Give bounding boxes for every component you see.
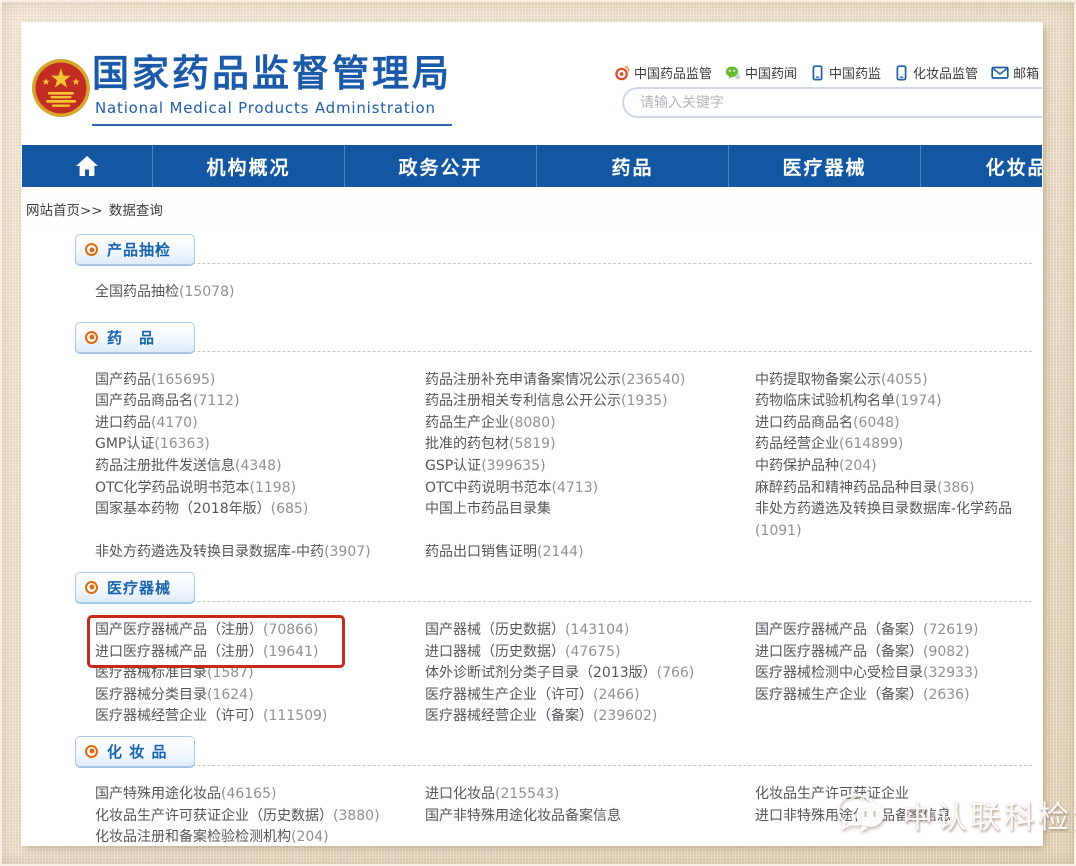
link-wechat[interactable]: 中国药闻 [725, 63, 797, 82]
link-app-cosmetics[interactable]: 化妆品监管 [894, 63, 978, 82]
section-header-devices: 医疗器械 [75, 575, 1032, 602]
data-link[interactable]: 国产医疗器械产品（备案）(72619) [755, 620, 1042, 642]
breadcrumb-current: 数据查询 [109, 203, 163, 219]
data-link[interactable]: 医疗器械标准目录(1587) [95, 663, 425, 685]
data-link[interactable]: 医疗器械经营企业（备案）(239602) [425, 706, 755, 728]
phone-icon [894, 65, 909, 81]
data-link[interactable]: 医疗器械分类目录(1624) [95, 685, 425, 707]
data-link[interactable]: 麻醉药品和精神药品品种目录(386) [755, 478, 1042, 500]
data-link[interactable]: OTC中药说明书范本(4713) [425, 478, 755, 500]
phone-icon [810, 65, 825, 81]
search-input[interactable] [640, 95, 1042, 111]
data-link[interactable]: 药品注册补充申请备案情况公示(236540) [425, 370, 755, 392]
data-link[interactable]: 医疗器械生产企业（备案）(2636) [755, 685, 1042, 707]
link-app-yaojian[interactable]: 中国药监 [810, 63, 881, 82]
main-nav: 机构概况 政务公开 药品 医疗器械 化妆品 [22, 145, 1042, 187]
section-tab-drugs[interactable]: 药 品 [75, 322, 195, 353]
data-link[interactable]: 化妆品生产许可获证企业 [755, 784, 1042, 806]
section-tab-devices[interactable]: 医疗器械 [75, 572, 195, 603]
section-tab-sampling[interactable]: 产品抽检 [75, 234, 195, 265]
data-link[interactable]: 非处方药遴选及转换目录数据库-中药(3907) [95, 542, 425, 564]
data-link[interactable]: 中国上市药品目录集 [425, 499, 755, 521]
data-link[interactable]: 体外诊断试剂分类子目录（2013版）(766) [425, 663, 755, 685]
breadcrumb: 网站首页>> 数据查询 [22, 187, 1042, 226]
wechat-icon [725, 65, 741, 81]
section-links-sampling: 全国药品抽检(15078) [75, 264, 1032, 314]
section-bullet-icon [85, 745, 98, 758]
weibo-icon [614, 65, 630, 81]
data-link[interactable]: 进口非特殊用途化妆品备案信息 [755, 806, 1042, 828]
data-link[interactable]: 进口化妆品(215543) [425, 784, 755, 806]
data-link[interactable]: 全国药品抽检(15078) [95, 282, 1032, 304]
mail-icon [991, 65, 1009, 80]
data-link[interactable]: 国产药品商品名(7112) [95, 391, 425, 413]
data-link[interactable]: 药品生产企业(8080) [425, 413, 755, 435]
site-subtitle: National Medical Products Administration [92, 97, 452, 126]
data-link[interactable]: OTC化学药品说明书范本(1198) [95, 478, 425, 500]
section-tab-cosmetics[interactable]: 化 妆 品 [75, 736, 195, 767]
section-bullet-icon [85, 243, 98, 256]
link-weibo[interactable]: 中国药品监管 [614, 63, 712, 82]
section-links-cosmetics: 国产特殊用途化妆品(46165)化妆品生产许可获证企业（历史数据）(3880)化… [75, 766, 1032, 845]
data-link[interactable]: 非处方药遴选及转换目录数据库-化学药品 (1091) [755, 499, 1042, 542]
section-bullet-icon [85, 581, 98, 594]
data-link[interactable]: 药品注册批件发送信息(4348) [95, 456, 425, 478]
data-link[interactable]: 批准的药包材(5819) [425, 434, 755, 456]
spacer-line [95, 521, 425, 543]
data-link[interactable]: 药品注册相关专利信息公开公示(1935) [425, 391, 755, 413]
site-title-block: 国家药品监督管理局 National Medical Products Admi… [92, 51, 452, 126]
data-link[interactable]: 进口医疗器械产品（备案）(9082) [755, 642, 1042, 664]
data-link[interactable]: 进口药品商品名(6048) [755, 413, 1042, 435]
home-icon [75, 155, 99, 177]
breadcrumb-separator: >> [80, 203, 103, 219]
site-title: 国家药品监督管理局 [92, 51, 452, 97]
page-panel: 国家药品监督管理局 National Medical Products Admi… [22, 23, 1042, 845]
data-link[interactable]: 国产医疗器械产品（注册）(70866) [95, 620, 425, 642]
data-link[interactable]: 化妆品生产许可获证企业（历史数据）(3880) [95, 806, 425, 828]
section-header-sampling: 产品抽检 [75, 237, 1032, 264]
data-link[interactable]: 中药保护品种(204) [755, 456, 1042, 478]
national-emblem-logo [31, 58, 91, 118]
data-link[interactable]: 国产特殊用途化妆品(46165) [95, 784, 425, 806]
nav-item-overview[interactable]: 机构概况 [153, 145, 345, 187]
data-link[interactable]: 医疗器械生产企业（许可）(2466) [425, 685, 755, 707]
data-link[interactable]: GSP认证(399635) [425, 456, 755, 478]
site-header: 国家药品监督管理局 National Medical Products Admi… [22, 23, 1042, 145]
data-link[interactable]: 进口医疗器械产品（注册）(19641) [95, 642, 425, 664]
data-link[interactable]: 医疗器械检测中心受检目录(32933) [755, 663, 1042, 685]
link-mailbox[interactable]: 邮箱 [991, 63, 1039, 82]
header-quick-links: 中国药品监管 中国药闻 中国药监 [614, 63, 1042, 82]
nav-home[interactable] [22, 145, 153, 187]
data-link[interactable]: 药物临床试验机构名单(1974) [755, 391, 1042, 413]
data-link[interactable]: 中药提取物备案公示(4055) [755, 370, 1042, 392]
data-link[interactable]: 国产非特殊用途化妆品备案信息 [425, 806, 755, 828]
nav-item-medical-devices[interactable]: 医疗器械 [729, 145, 921, 187]
data-link[interactable]: 进口药品(4170) [95, 413, 425, 435]
section-bullet-icon [85, 331, 98, 344]
breadcrumb-home[interactable]: 网站首页 [26, 203, 80, 219]
section-header-drugs: 药 品 [75, 325, 1032, 352]
data-link[interactable]: 国产器械（历史数据）(143104) [425, 620, 755, 642]
data-link[interactable]: 进口器械（历史数据）(47675) [425, 642, 755, 664]
data-link[interactable]: 国产药品(165695) [95, 370, 425, 392]
data-query-sections: 产品抽检 全国药品抽检(15078) 药 品 国产药品(165695)国产药品商… [22, 237, 1042, 845]
data-link[interactable]: GMP认证(16363) [95, 434, 425, 456]
section-links-devices: 国产医疗器械产品（注册）(70866)进口医疗器械产品（注册）(19641)医疗… [75, 602, 1032, 728]
spacer-line [425, 521, 755, 543]
data-link[interactable]: 医疗器械经营企业（许可）(111509) [95, 706, 425, 728]
nav-item-cosmetics[interactable]: 化妆品 [921, 145, 1042, 187]
data-link[interactable]: 药品经营企业(614899) [755, 434, 1042, 456]
section-links-drugs: 国产药品(165695)国产药品商品名(7112)进口药品(4170)GMP认证… [75, 352, 1032, 564]
search-bar [622, 87, 1042, 118]
data-link[interactable]: 化妆品注册和备案检验检测机构(204) [95, 827, 425, 845]
data-link[interactable]: 国家基本药物（2018年版）(685) [95, 499, 425, 521]
section-header-cosmetics: 化 妆 品 [75, 739, 1032, 766]
nav-item-drugs[interactable]: 药品 [537, 145, 729, 187]
nav-item-gov-affairs[interactable]: 政务公开 [345, 145, 537, 187]
data-link[interactable]: 药品出口销售证明(2144) [425, 542, 755, 564]
